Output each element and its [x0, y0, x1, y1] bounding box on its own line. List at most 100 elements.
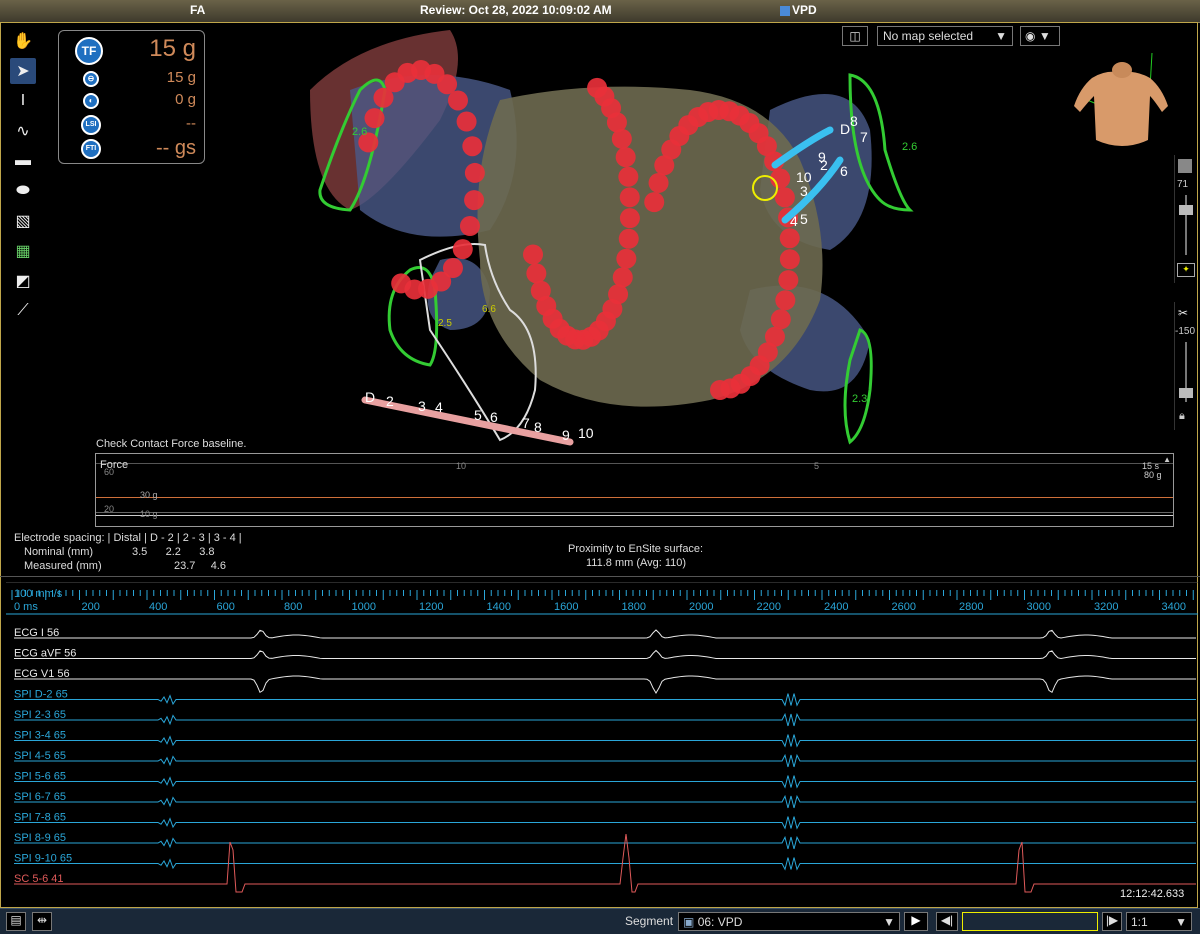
- channel-trace: [14, 693, 1196, 707]
- channel-label[interactable]: SPI D-2 65: [14, 689, 68, 701]
- lesion-marker: [644, 192, 665, 213]
- ratio-select[interactable]: 1:1 ▼: [1126, 912, 1192, 931]
- timeline-tick-label: 200: [82, 601, 100, 613]
- force-axis-10: 10: [456, 461, 467, 471]
- pointer-icon[interactable]: ➤: [10, 58, 36, 84]
- ellipse-icon[interactable]: ⬬: [10, 178, 36, 204]
- fti-badge: FTI: [81, 139, 101, 159]
- text-cursor-icon[interactable]: I: [10, 88, 36, 114]
- title-left: FA: [190, 3, 206, 17]
- lesion-marker: [619, 208, 640, 229]
- lesion-marker: [391, 273, 412, 294]
- channel-label[interactable]: SPI 6-7 65: [14, 791, 66, 803]
- measured-values: 23.7 4.6: [174, 560, 226, 572]
- chevron-down-icon: ▼: [883, 915, 895, 929]
- grid-icon[interactable]: ▦: [10, 238, 36, 264]
- clip-slider[interactable]: ✂ -150 🔒︎: [1174, 302, 1197, 430]
- channel-label[interactable]: ECG V1 56: [14, 668, 70, 680]
- map-label: 2.3: [852, 393, 867, 405]
- visibility-button[interactable]: ◉ ▼: [1020, 26, 1060, 46]
- map-label: 2.6: [352, 126, 367, 138]
- channel-label[interactable]: SPI 7-8 65: [14, 812, 66, 824]
- lesion-marker: [447, 90, 468, 111]
- timeline-tick-label: 1600: [554, 601, 578, 613]
- sc-electrode-labels: D 2 3 4 5 6 7 8 9 10: [365, 389, 594, 443]
- spiral-electrode-label: 4: [790, 213, 798, 229]
- curve-icon[interactable]: ∿: [10, 118, 36, 144]
- lesion-marker: [779, 228, 800, 249]
- channel-label[interactable]: ECG aVF 56: [14, 648, 76, 660]
- sweep-speed: 100 mm/s: [14, 588, 63, 600]
- sc-electrode-label: 5: [474, 407, 482, 423]
- play-button[interactable]: ▶: [904, 912, 928, 931]
- lesion-marker: [618, 166, 639, 187]
- next-button[interactable]: |▶: [1102, 912, 1122, 931]
- torso-orientation-icon[interactable]: [1062, 48, 1180, 158]
- ruler-icon[interactable]: ▬: [10, 148, 36, 174]
- force-axis-60: 60: [104, 467, 115, 477]
- clip-thumb[interactable]: [1179, 388, 1193, 398]
- timeline-tick-label: 1200: [419, 601, 443, 613]
- sc-electrode-label: 2: [386, 393, 394, 409]
- timeline-tick-label: 3400: [1162, 601, 1186, 613]
- lesion-marker: [464, 190, 485, 211]
- previous-button[interactable]: ◀|: [936, 912, 958, 931]
- electrogram-panel[interactable]: 0 ms 200 400 600 800 1000 1200 1400 1600 1800 2000…: [6, 581, 1198, 908]
- channel-label[interactable]: SC 5-6 41: [14, 873, 64, 885]
- channel-label[interactable]: SPI 8-9 65: [14, 832, 66, 844]
- chevron-down-icon: ▼: [1175, 915, 1187, 929]
- lock-icon[interactable]: 🔒︎: [1179, 410, 1193, 424]
- lesion-marker: [464, 162, 485, 183]
- spiral-electrode-label: 8: [850, 113, 858, 129]
- sc-electrode-label: 7: [522, 415, 530, 431]
- chevron-down-icon: ▼: [995, 29, 1007, 43]
- reset-view-icon[interactable]: ✦: [1177, 263, 1195, 277]
- playback-scrubber[interactable]: [962, 912, 1098, 931]
- electrogram-traces: 0 ms 200 400 600 800 1000 1200 1400 1600 1800 2000…: [6, 581, 1198, 893]
- hand-icon[interactable]: ✋: [10, 28, 36, 54]
- 3d-anatomy-map[interactable]: 2.6 2.6 2.5 6.6 2.3 D 879210364 5 D2345678…: [290, 30, 940, 450]
- measured-label: Measured (mm): [24, 560, 102, 572]
- lesion-marker: [710, 380, 730, 400]
- sc-electrode-label: 10: [578, 425, 594, 441]
- timeline-tick-label: 2800: [959, 601, 983, 613]
- channel-label[interactable]: SPI 2-3 65: [14, 709, 66, 721]
- timeline-tick-label: 0 ms: [14, 601, 38, 613]
- lesion-marker: [778, 270, 799, 291]
- tf-badge: TF: [75, 37, 103, 65]
- channel-label[interactable]: SPI 5-6 65: [14, 771, 66, 783]
- segment-label: Segment: [625, 914, 674, 928]
- channel-label[interactable]: SPI 4-5 65: [14, 750, 66, 762]
- catheter-icon[interactable]: ⟋: [10, 298, 36, 324]
- axial-value: 0 g: [175, 91, 196, 108]
- timeline-tick-label: 800: [284, 601, 302, 613]
- panel-toggle-icon[interactable]: ▤: [6, 912, 26, 931]
- segment-icon: ▣: [683, 915, 695, 929]
- zoom-slider[interactable]: 71 ✦: [1174, 155, 1197, 283]
- lesion-marker: [364, 108, 385, 129]
- eraser-icon[interactable]: ▧: [10, 208, 36, 234]
- force-axis-80g: 80 g: [1144, 470, 1162, 480]
- tool-palette: ✋ ➤ I ∿ ▬ ⬬ ▧ ▦ ◩ ⟋: [10, 24, 42, 328]
- lateral-force-icon: ⊖: [83, 71, 99, 87]
- timeline-tick-label: 1400: [487, 601, 511, 613]
- lesion-marker: [530, 280, 551, 301]
- channel-label[interactable]: SPI 9-10 65: [14, 853, 72, 865]
- timeline-tick-label: 400: [149, 601, 167, 613]
- channel-trace: [14, 649, 1196, 660]
- sc-electrode-label: 9: [562, 427, 570, 443]
- channel-trace: [14, 857, 1196, 871]
- expand-icon[interactable]: ⇹: [32, 912, 52, 931]
- map-label: 2.5: [438, 318, 452, 329]
- segment-select[interactable]: ▣ 06: VPD ▼: [678, 912, 900, 931]
- lasso-icon[interactable]: ◩: [10, 268, 36, 294]
- lesion-marker: [526, 263, 547, 284]
- force-threshold-line: [96, 497, 1173, 498]
- nominal-values: 3.5 2.2 3.8: [132, 546, 215, 558]
- zoom-thumb[interactable]: [1179, 205, 1193, 215]
- electrode-spacing-header: Electrode spacing: | Distal | D - 2 | 2 …: [14, 532, 242, 544]
- channel-label[interactable]: ECG I 56: [14, 627, 59, 639]
- force-line-20: 20: [104, 504, 115, 514]
- channel-label[interactable]: SPI 3-4 65: [14, 730, 66, 742]
- collapse-icon[interactable]: ▲: [1163, 455, 1171, 464]
